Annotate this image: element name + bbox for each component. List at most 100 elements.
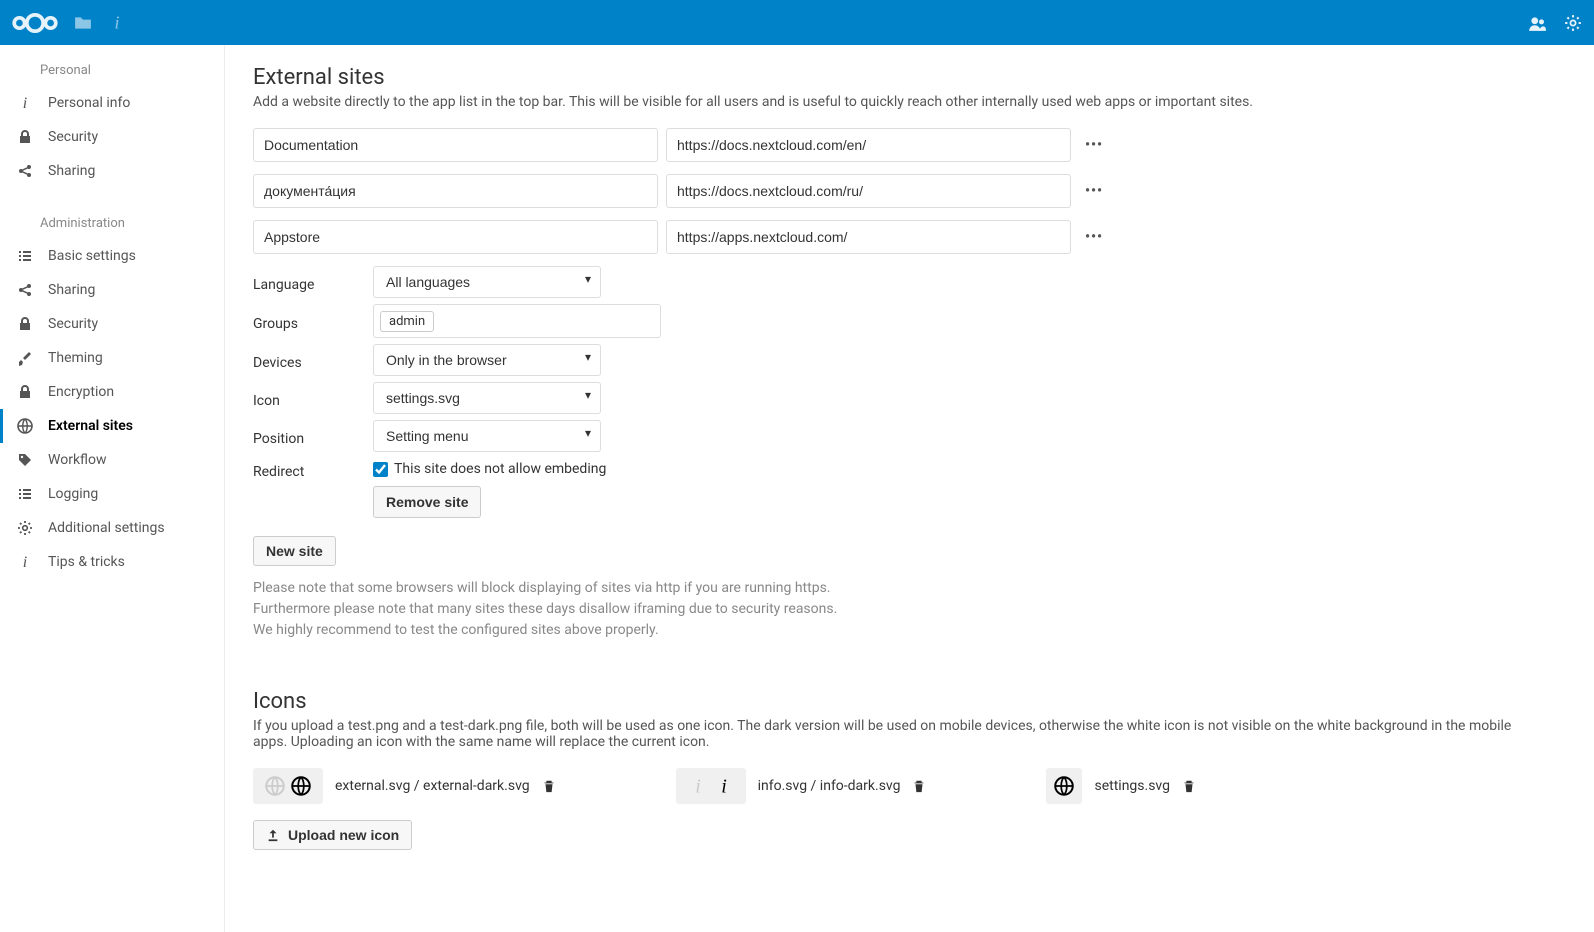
sidebar-item-personal-info[interactable]: Personal info xyxy=(0,86,224,120)
site-url-input[interactable] xyxy=(666,220,1071,254)
icons-description: If you upload a test.png and a test-dark… xyxy=(253,718,1533,750)
sidebar-item-sharing[interactable]: Sharing xyxy=(0,273,224,307)
note-line: Please note that some browsers will bloc… xyxy=(253,578,1594,599)
page-description: Add a website directly to the app list i… xyxy=(253,94,1533,110)
site-more-icon[interactable]: ••• xyxy=(1079,229,1109,245)
settings-gear-icon[interactable] xyxy=(1564,14,1582,32)
sidebar-item-label: Sharing xyxy=(48,163,95,179)
icon-label: Icon xyxy=(253,387,373,409)
site-url-input[interactable] xyxy=(666,174,1071,208)
site-url-input[interactable] xyxy=(666,128,1071,162)
sidebar-item-logging[interactable]: Logging xyxy=(0,477,224,511)
list-icon xyxy=(16,486,34,502)
sidebar-item-label: Tips & tricks xyxy=(48,554,125,570)
sidebar-item-label: Personal info xyxy=(48,95,130,111)
icon-preview xyxy=(676,768,746,804)
sidebar-item-label: Encryption xyxy=(48,384,114,400)
redirect-checkbox[interactable] xyxy=(373,462,388,477)
upload-icon-button[interactable]: Upload new icon xyxy=(253,820,412,850)
site-row: ••• xyxy=(253,174,1594,208)
sidebar-item-tips-tricks[interactable]: Tips & tricks xyxy=(0,545,224,579)
groups-input[interactable]: admin xyxy=(373,304,661,338)
site-name-input[interactable] xyxy=(253,174,658,208)
note-line: We highly recommend to test the configur… xyxy=(253,620,1594,641)
topbar xyxy=(0,0,1594,45)
upload-icon xyxy=(266,828,280,842)
page-title: External sites xyxy=(253,65,1594,90)
language-label: Language xyxy=(253,271,373,293)
sidebar-item-theming[interactable]: Theming xyxy=(0,341,224,375)
icon-preview-light xyxy=(688,776,708,796)
sidebar-item-label: Additional settings xyxy=(48,520,165,536)
sidebar-item-security[interactable]: Security xyxy=(0,120,224,154)
redirect-text: This site does not allow embeding xyxy=(394,461,606,477)
info-icon xyxy=(16,95,34,111)
icons-title: Icons xyxy=(253,689,1594,714)
delete-icon-button[interactable] xyxy=(1182,779,1196,793)
icon-preview xyxy=(1046,768,1082,804)
sidebar-header-personal: Personal xyxy=(0,55,224,86)
notes: Please note that some browsers will bloc… xyxy=(253,578,1594,641)
position-label: Position xyxy=(253,425,373,447)
devices-select[interactable]: Only in the browser xyxy=(373,344,601,376)
info-icon xyxy=(16,554,34,570)
position-select[interactable]: Setting menu xyxy=(373,420,601,452)
site-row: ••• xyxy=(253,220,1594,254)
share-icon xyxy=(16,282,34,298)
list-icon xyxy=(16,248,34,264)
info-app-icon[interactable] xyxy=(108,14,126,32)
group-tag[interactable]: admin xyxy=(380,311,434,332)
sidebar-item-label: Logging xyxy=(48,486,98,502)
sidebar-item-sharing[interactable]: Sharing xyxy=(0,154,224,188)
gear-icon xyxy=(16,520,34,536)
sidebar: Personal Personal info Security Sharing Ad… xyxy=(0,45,225,932)
site-more-icon[interactable]: ••• xyxy=(1079,183,1109,199)
content: External sites Add a website directly to… xyxy=(225,45,1594,932)
sidebar-item-basic-settings[interactable]: Basic settings xyxy=(0,239,224,273)
files-icon[interactable] xyxy=(74,14,92,32)
brush-icon xyxy=(16,350,34,366)
remove-site-button[interactable]: Remove site xyxy=(373,486,481,518)
sidebar-item-workflow[interactable]: Workflow xyxy=(0,443,224,477)
site-name-input[interactable] xyxy=(253,128,658,162)
site-more-icon[interactable]: ••• xyxy=(1079,137,1109,153)
sidebar-item-label: Sharing xyxy=(48,282,95,298)
sidebar-item-label: Theming xyxy=(48,350,103,366)
globe-icon xyxy=(16,418,34,434)
lock-icon xyxy=(16,316,34,332)
icon-filename: external.svg / external-dark.svg xyxy=(335,778,530,794)
icon-item: info.svg / info-dark.svg xyxy=(676,768,927,804)
sidebar-item-label: Security xyxy=(48,129,98,145)
icon-preview-light xyxy=(265,776,285,796)
users-icon[interactable] xyxy=(1528,14,1546,32)
icon-preview-dark xyxy=(714,776,734,796)
icon-filename: info.svg / info-dark.svg xyxy=(758,778,901,794)
lock-icon xyxy=(16,384,34,400)
sidebar-item-external-sites[interactable]: External sites xyxy=(0,409,224,443)
icon-preview xyxy=(253,768,323,804)
sidebar-item-security[interactable]: Security xyxy=(0,307,224,341)
redirect-label: Redirect xyxy=(253,458,373,480)
sidebar-item-label: Workflow xyxy=(48,452,107,468)
tag-icon xyxy=(16,452,34,468)
delete-icon-button[interactable] xyxy=(542,779,556,793)
groups-label: Groups xyxy=(253,310,373,332)
sidebar-item-label: Security xyxy=(48,316,98,332)
note-line: Furthermore please note that many sites … xyxy=(253,599,1594,620)
icon-item: settings.svg xyxy=(1046,768,1196,804)
language-select[interactable]: All languages xyxy=(373,266,601,298)
delete-icon-button[interactable] xyxy=(912,779,926,793)
nextcloud-logo[interactable] xyxy=(12,11,58,35)
icon-preview-dark xyxy=(1054,776,1074,796)
icon-select[interactable]: settings.svg xyxy=(373,382,601,414)
icon-item: external.svg / external-dark.svg xyxy=(253,768,556,804)
site-name-input[interactable] xyxy=(253,220,658,254)
sidebar-item-encryption[interactable]: Encryption xyxy=(0,375,224,409)
new-site-button[interactable]: New site xyxy=(253,536,336,566)
sidebar-item-label: Basic settings xyxy=(48,248,136,264)
devices-label: Devices xyxy=(253,349,373,371)
share-icon xyxy=(16,163,34,179)
sidebar-item-additional-settings[interactable]: Additional settings xyxy=(0,511,224,545)
icon-filename: settings.svg xyxy=(1094,778,1170,794)
sidebar-item-label: External sites xyxy=(48,418,133,434)
